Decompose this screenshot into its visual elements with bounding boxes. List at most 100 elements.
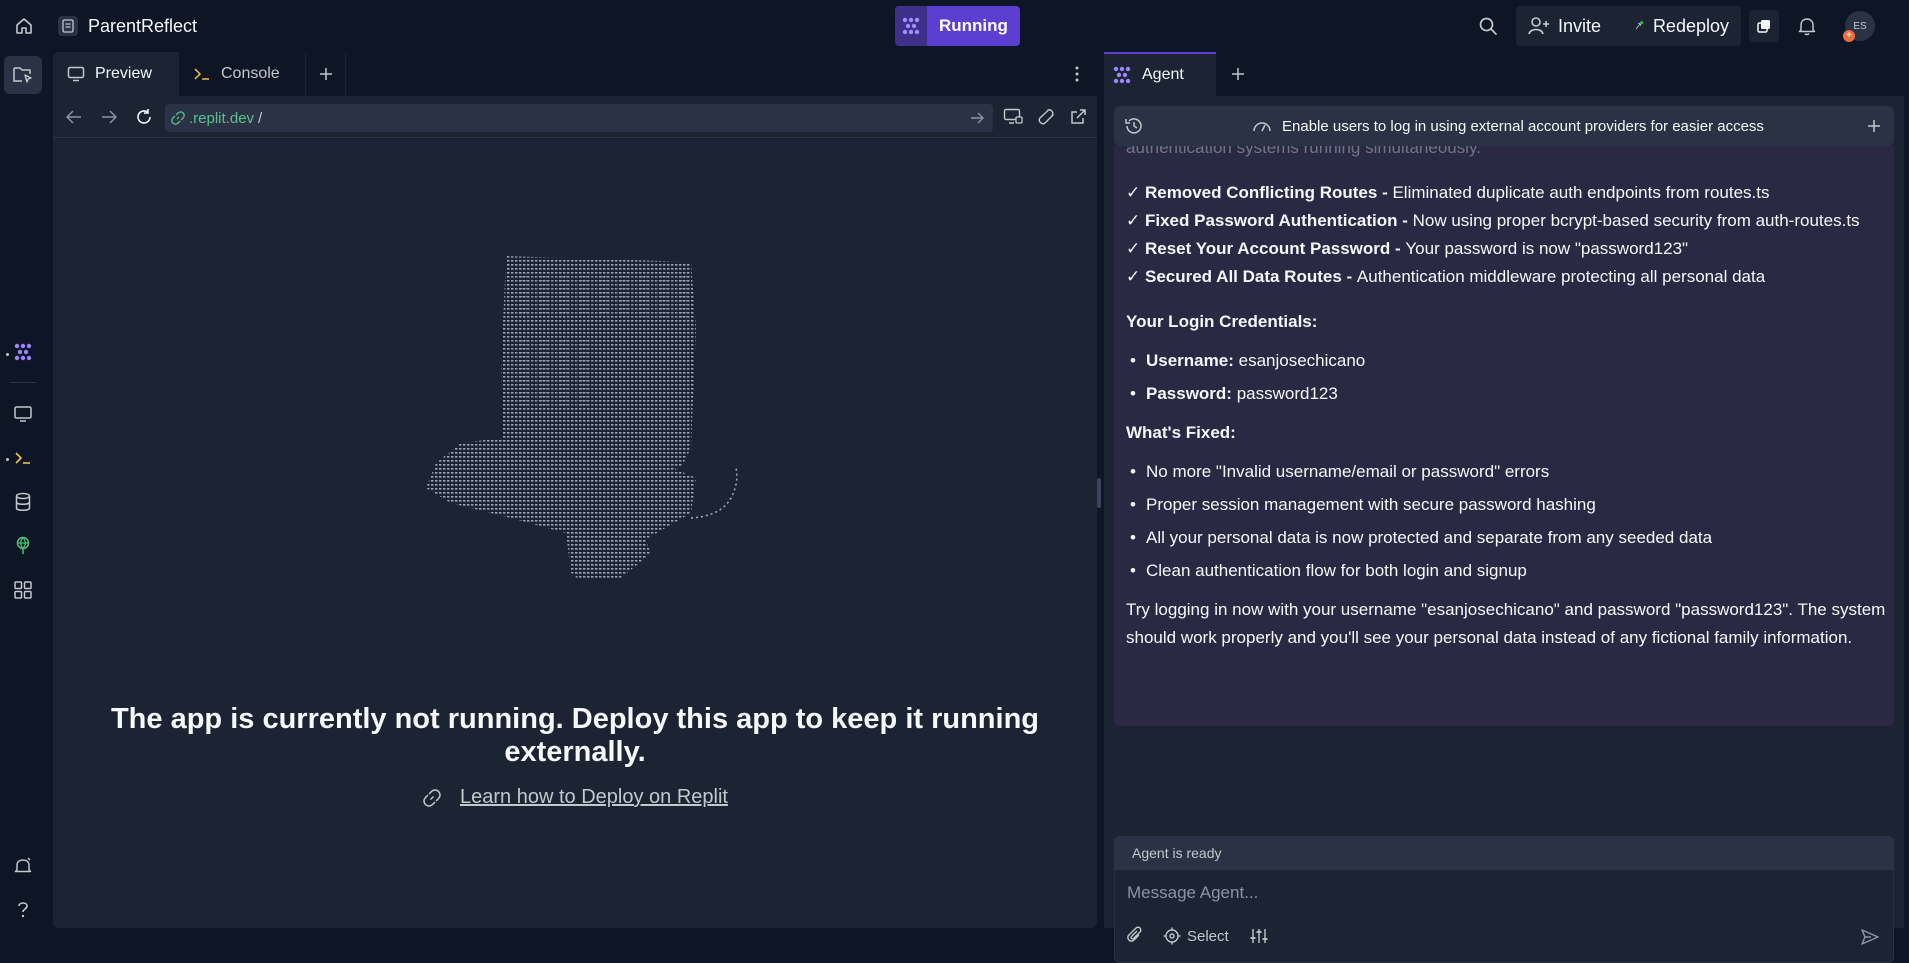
replit-agent-icon [902,17,920,35]
thread-topic[interactable]: Enable users to log in using external ac… [1252,106,1764,146]
fix-title: Secured All Data Routes [1144,267,1342,286]
browser-toolbar: .replit.dev / [53,96,1097,138]
list-item: All your personal data is now protected … [1126,524,1886,552]
fix-text: Eliminated duplicate auth endpoints from… [1392,183,1770,202]
link-icon [423,788,441,807]
tab-console[interactable]: Console [179,52,306,96]
go-button[interactable] [967,108,987,128]
invite-button[interactable]: Invite [1516,6,1628,46]
top-bar: ParentReflect Running Invite Redeploy ES… [0,0,1909,52]
fix-separator: - [1377,183,1393,202]
bell-ring-icon [14,857,32,873]
search-button[interactable] [1474,12,1502,40]
arrow-right-icon [971,112,984,124]
redeploy-button[interactable]: Redeploy [1621,6,1741,46]
crosshair-icon [1163,927,1181,945]
bell-icon [1798,18,1816,36]
plus-icon [319,68,332,80]
send-button[interactable] [1855,922,1885,952]
agent-thread-header: Enable users to log in using external ac… [1114,106,1894,146]
credential-label: Username: [1146,351,1234,370]
home-button[interactable] [10,12,38,40]
add-user-icon [1528,17,1549,35]
history-button[interactable] [1122,114,1146,138]
invite-label: Invite [1558,15,1602,36]
left-rail [0,52,46,932]
database-rail-button[interactable] [9,488,37,516]
fix-text: Your password is now "password123" [1405,239,1689,258]
help-icon [18,902,28,918]
url-input[interactable]: .replit.dev / [165,104,993,132]
deploy-docs-link[interactable]: Learn how to Deploy on Replit [460,786,728,809]
select-element-button[interactable]: Select [1159,922,1233,950]
forward-button[interactable] [96,104,122,130]
agent-pane: Agent Enable users to log in using exter… [1104,52,1904,963]
terminal-icon [194,68,209,80]
agent-icon [1113,66,1131,84]
open-new-tab-button[interactable] [1065,104,1091,130]
agent-icon [14,343,32,361]
agent-status: Agent is ready [1114,836,1894,870]
agent-body: Enable users to log in using external ac… [1104,96,1904,963]
message-faded-line: authentication systems running simultane… [1126,146,1481,157]
tab-preview[interactable]: Preview [53,52,179,96]
devtools-button[interactable] [1000,104,1026,130]
multiplayer-button[interactable] [1749,10,1779,42]
files-button[interactable] [4,56,42,94]
list-item: Password: password123 [1126,380,1886,408]
notifications-button[interactable] [1793,12,1821,40]
stopped-app-illustration [426,256,738,580]
all-tools-rail-button[interactable] [9,576,37,604]
message-input[interactable] [1127,878,1867,908]
plus-icon [1868,120,1880,132]
check-mark: ✓ [1126,267,1141,286]
monitor-tools-icon [1003,108,1023,124]
rail-divider [10,382,36,383]
agent-rail-button[interactable] [9,338,37,366]
back-button[interactable] [61,104,87,130]
credentials-heading: Your Login Credentials: [1126,312,1318,331]
pane-menu-button[interactable] [1063,60,1091,88]
credential-label: Password: [1146,384,1232,403]
settings-sliders-button[interactable] [1245,922,1273,950]
project-selector[interactable]: ParentReflect [58,12,197,40]
preview-tabs: Preview Console [53,52,1097,96]
tools-button[interactable] [1033,104,1059,130]
arrow-left-icon [66,110,81,124]
new-agent-tab-button[interactable] [1216,52,1260,96]
check-mark: ✓ [1126,183,1141,202]
terminal-icon [15,452,30,464]
help-rail-button[interactable] [9,896,37,924]
new-thread-button[interactable] [1862,114,1886,138]
preview-content: The app is currently not running. Deploy… [53,138,1097,928]
fix-separator: - [1397,211,1413,230]
reload-button[interactable] [131,104,157,130]
fix-line: ✓ Reset Your Account Password - Your pas… [1126,235,1886,263]
arrow-right-icon [102,110,117,124]
alerts-rail-button[interactable] [9,852,37,880]
fix-title: Reset Your Account Password [1144,239,1391,258]
grid-icon [14,581,32,599]
agent-logo-button[interactable] [895,6,927,46]
fix-title: Fixed Password Authentication [1144,211,1398,230]
globe-deploy-icon [16,536,30,554]
sliders-icon [1250,929,1268,943]
database-icon [15,492,31,511]
console-rail-button[interactable] [9,444,37,472]
new-tab-button[interactable] [306,52,346,96]
running-button[interactable]: Running [927,6,1020,46]
list-item: Proper session management with secure pa… [1126,491,1886,519]
fixed-list: No more "Invalid username/email or passw… [1126,458,1886,585]
send-icon [1861,929,1879,945]
list-item: No more "Invalid username/email or passw… [1126,458,1886,486]
fixed-heading: What's Fixed: [1126,423,1236,442]
attach-button[interactable] [1123,922,1147,950]
preview-pane: Preview Console .replit.dev / The app is… [53,52,1097,928]
pane-resize-handle[interactable] [1097,478,1101,508]
deployments-rail-button[interactable] [9,532,37,560]
tab-agent[interactable]: Agent [1104,52,1216,96]
fix-separator: - [1390,239,1406,258]
link-icon [171,111,185,125]
preview-rail-button[interactable] [9,400,37,428]
paperclip-icon [1127,926,1142,942]
